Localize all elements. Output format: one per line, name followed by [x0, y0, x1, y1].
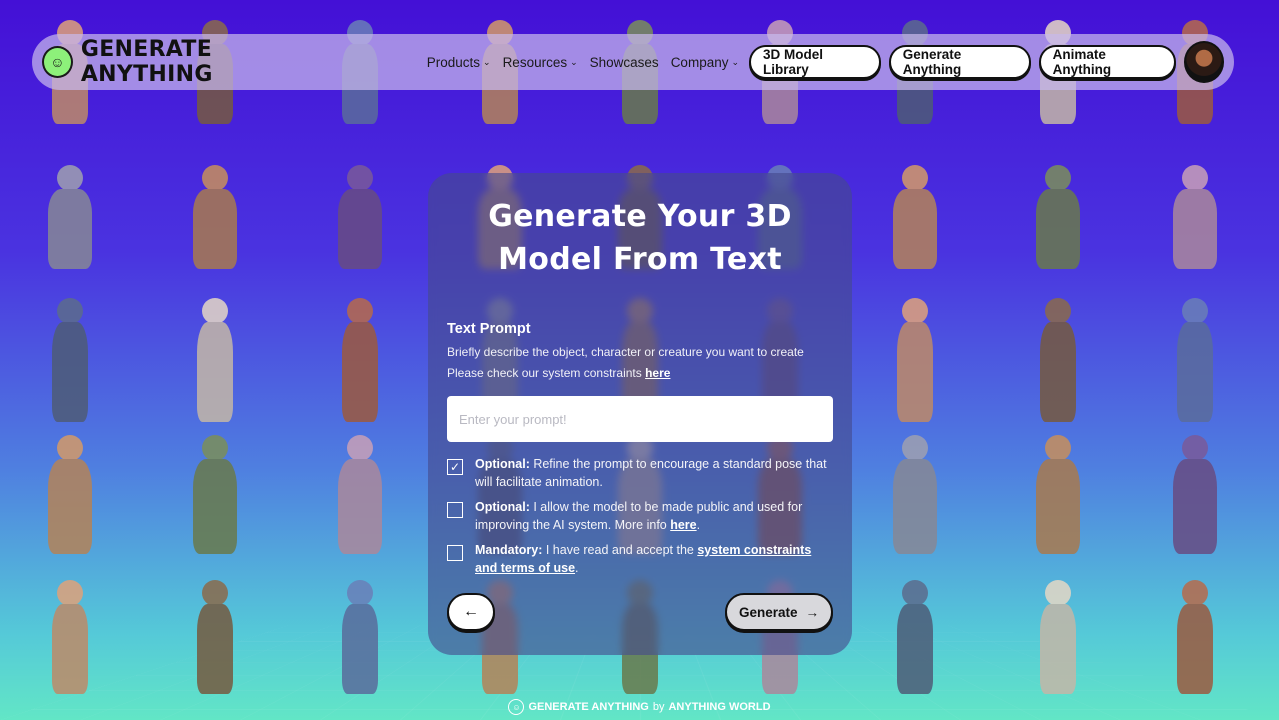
accept-terms-checkbox[interactable] [447, 545, 463, 561]
model-figure [1165, 435, 1225, 560]
nav-item-products[interactable]: Products ⌄ [427, 55, 491, 70]
model-figure [330, 165, 390, 275]
nav-item-label: Company [670, 54, 729, 70]
model-figure [1028, 298, 1088, 428]
constraints-help-prefix: Please check our system constraints [447, 366, 646, 380]
model-figure [1165, 298, 1225, 428]
card-title: Generate Your 3D Model From Text [488, 199, 792, 277]
nav-pill-group: 3D Model Library Generate Anything Anima… [749, 45, 1176, 79]
arrow-right-icon: → [805, 604, 820, 620]
footer-logo-icon: ☺ [508, 699, 525, 715]
user-avatar[interactable] [1183, 41, 1224, 83]
footer-credit: ☺ GENERATE ANYTHING by ANYTHING WORLD [0, 699, 1279, 715]
generate-button-label: Generate [738, 604, 798, 620]
chevron-down-icon: ⌄ [483, 56, 491, 67]
nav-item-company[interactable]: Company ⌄ [671, 55, 739, 70]
option-accept-terms: Mandatory: I have read and accept the sy… [447, 542, 833, 577]
model-library-button[interactable]: 3D Model Library [749, 45, 881, 79]
model-figure [885, 298, 945, 428]
model-figure [185, 580, 245, 700]
option-suffix: . [575, 560, 579, 575]
model-figure [330, 298, 390, 428]
footer-by: by [652, 701, 665, 713]
animate-anything-button[interactable]: Animate Anything [1038, 45, 1176, 79]
model-figure [40, 435, 100, 560]
nav-item-label: Showcases [589, 54, 659, 70]
nav-item-showcases[interactable]: Showcases [590, 55, 659, 70]
model-figure [40, 298, 100, 428]
check-icon: ✓ [449, 460, 461, 474]
prompt-input[interactable] [447, 396, 833, 442]
model-figure [40, 580, 100, 700]
model-figure [885, 435, 945, 560]
model-figure [1028, 435, 1088, 560]
footer-brand[interactable]: GENERATE ANYTHING [528, 701, 648, 713]
public-model-checkbox[interactable] [447, 502, 463, 518]
model-figure [885, 580, 945, 700]
nav-menu: Products ⌄ Resources ⌄ Showcases Company… [427, 55, 739, 70]
model-figure [1165, 580, 1225, 700]
constraints-help-text: Please check our system constraints here [447, 366, 833, 380]
model-figure [185, 165, 245, 275]
prompt-label: Text Prompt [447, 321, 531, 337]
model-figure [330, 435, 390, 560]
model-figure [330, 580, 390, 700]
more-info-link[interactable]: here [670, 518, 696, 532]
top-navbar: ☺ GENERATE ANYTHING Products ⌄ Resources… [32, 34, 1234, 90]
generate-anything-button[interactable]: Generate Anything [888, 45, 1031, 79]
model-figure [1028, 165, 1088, 275]
model-figure [1165, 165, 1225, 275]
option-tag: Optional: [475, 457, 530, 471]
card-actions: ← Generate → [447, 593, 833, 633]
option-public-model: Optional: I allow the model to be made p… [447, 499, 833, 534]
option-tag: Mandatory: [475, 543, 543, 557]
nav-item-label: Resources [502, 54, 568, 70]
model-figure [185, 298, 245, 428]
text-to-3d-card: Generate Your 3D Model From Text Text Pr… [428, 173, 852, 655]
option-text: Optional: I allow the model to be made p… [475, 499, 833, 534]
generate-button[interactable]: Generate → [725, 593, 833, 631]
model-figure [185, 435, 245, 560]
chevron-down-icon: ⌄ [731, 56, 740, 67]
constraints-link[interactable]: here [645, 366, 670, 380]
option-text: Mandatory: I have read and accept the sy… [475, 542, 833, 577]
model-figure [1028, 580, 1088, 700]
option-suffix: . [696, 517, 701, 532]
option-standard-pose: ✓ Optional: Refine the prompt to encoura… [447, 456, 833, 491]
arrow-left-icon: ← [463, 603, 479, 620]
option-description: I have read and accept the [542, 543, 698, 557]
nav-item-label: Products [426, 54, 481, 70]
option-text: Optional: Refine the prompt to encourage… [475, 456, 833, 491]
brand-logo-icon[interactable]: ☺ [42, 46, 73, 78]
back-button[interactable]: ← [447, 593, 495, 631]
nav-item-resources[interactable]: Resources ⌄ [503, 55, 578, 70]
brand-name[interactable]: GENERATE ANYTHING [81, 37, 341, 87]
standard-pose-checkbox[interactable]: ✓ [447, 459, 463, 475]
prompt-help-text: Briefly describe the object, character o… [447, 345, 804, 359]
chevron-down-icon: ⌄ [570, 56, 578, 67]
footer-company[interactable]: ANYTHING WORLD [668, 701, 770, 713]
model-figure [40, 165, 100, 275]
model-figure [885, 165, 945, 275]
option-tag: Optional: [475, 500, 530, 514]
